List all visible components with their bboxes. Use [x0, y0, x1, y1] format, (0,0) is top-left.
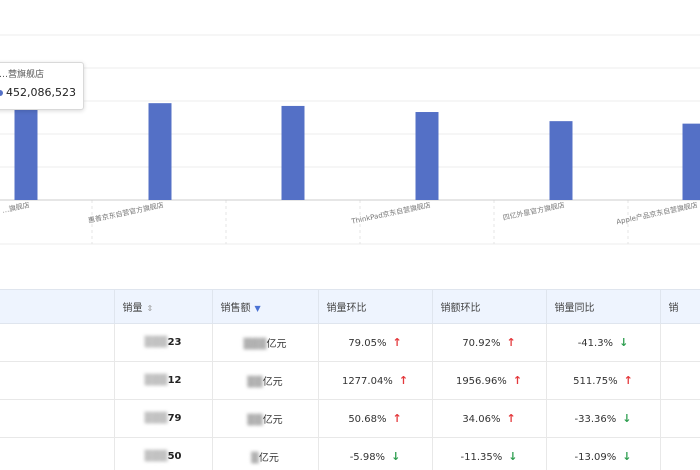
cell-amount-yoy: -3	[660, 399, 700, 438]
chart-tooltip: …营旗舰店 452,086,523	[0, 62, 84, 110]
cell-sales-volume: ▒▒▒50	[114, 437, 213, 470]
cell-sales-volume: ▒▒▒79	[114, 399, 213, 438]
cell-amount-yoy: -1	[660, 437, 700, 470]
cell-volume-mom: 50.68% ↑	[318, 399, 433, 438]
arrow-up-icon: ↑	[506, 412, 516, 425]
tooltip-value: 452,086,523	[6, 86, 76, 99]
table-row: ▒▒▒79▒▒亿元50.68%↑34.06%↑-33.36%↓-3	[0, 399, 700, 438]
cell-volume-yoy: -41.3% ↓	[546, 323, 661, 362]
cell-amount-mom: 34.06% ↑	[432, 399, 547, 438]
arrow-up-icon: ↑	[623, 374, 633, 387]
table-row: ▒▒▒50▒亿元-5.98%↓-11.35%↓-13.09%↓-1	[0, 437, 700, 470]
tooltip-store-name: …营旗舰店	[0, 70, 45, 80]
arrow-down-icon: ↓	[619, 336, 629, 349]
cell-amount-mom: 70.92% ↑	[432, 323, 547, 362]
col-header-volume-yoy: 销量同比	[546, 289, 661, 324]
bar-chart: …旗舰店 惠普京东自营官方旗舰店 ThinkPad京东自营旗舰店 四亿外星官方旗舰店 A…	[0, 0, 700, 250]
bar[interactable]	[281, 105, 305, 200]
cell-sales-amount: ▒▒亿元	[212, 399, 319, 438]
col-header-amount-yoy: 销	[660, 289, 700, 324]
arrow-down-icon: ↓	[391, 450, 401, 463]
x-tick-label: 四亿外星官方旗舰店	[502, 200, 565, 222]
bar[interactable]	[148, 103, 172, 200]
cell-store	[0, 399, 115, 438]
arrow-up-icon: ↑	[398, 374, 409, 387]
bar[interactable]	[549, 121, 573, 200]
cell-amount-mom: 1956.96% ↑	[432, 361, 547, 400]
cell-volume-mom: 79.05% ↑	[318, 323, 433, 362]
x-tick-label: ThinkPad京东自营旗舰店	[350, 200, 432, 226]
cell-store	[0, 361, 115, 400]
cell-amount-yoy: 59	[660, 361, 700, 400]
x-tick-label: 惠普京东自营官方旗舰店	[87, 200, 164, 225]
cell-amount-yoy: -4	[660, 323, 700, 362]
arrow-up-icon: ↑	[512, 374, 523, 387]
cell-volume-yoy: 511.75% ↑	[546, 361, 661, 400]
col-header-sales-amount[interactable]: 销售额 ▼	[212, 289, 319, 324]
cell-sales-amount: ▒▒亿元	[212, 361, 319, 400]
sort-icon[interactable]: ⇕	[147, 304, 154, 313]
cell-sales-volume: ▒▒▒12	[114, 361, 213, 400]
table-row: ▒▒▒23▒▒▒亿元79.05%↑70.92%↑-41.3%↓-4	[0, 323, 700, 362]
col-header-store	[0, 289, 115, 324]
data-table: 销量 ⇕ 销售额 ▼ 销量环比 销额环比 销量同比 销 ▒▒▒23 ▒▒▒亿元 79.0…	[0, 289, 700, 470]
col-header-sales-volume[interactable]: 销量 ⇕	[114, 289, 213, 324]
table-header-row: 销量 ⇕ 销售额 ▼ 销量环比 销额环比 销量同比 销	[0, 289, 700, 324]
data-table-container: 销量 ⇕ 销售额 ▼ 销量环比 销额环比 销量同比 销 ▒▒▒23 ▒▒▒亿元 79.0…	[0, 289, 700, 470]
x-tick-label: …旗舰店	[1, 200, 30, 215]
cell-volume-mom: -5.98% ↓	[318, 437, 433, 470]
cell-sales-volume: ▒▒▒23	[114, 323, 213, 362]
tooltip-series-dot	[0, 89, 3, 96]
arrow-down-icon: ↓	[622, 412, 632, 425]
arrow-down-icon: ↓	[622, 450, 632, 463]
arrow-up-icon: ↑	[506, 336, 516, 349]
cell-store	[0, 437, 115, 470]
cell-sales-amount: ▒亿元	[212, 437, 319, 470]
sort-desc-icon[interactable]: ▼	[255, 304, 261, 313]
bar-chart-svg: …旗舰店 惠普京东自营官方旗舰店 ThinkPad京东自营旗舰店 四亿外星官方旗舰店 A…	[0, 34, 700, 245]
bar[interactable]	[415, 112, 439, 200]
col-header-volume-mom: 销量环比	[318, 289, 433, 324]
col-header-amount-mom: 销额环比	[432, 289, 547, 324]
cell-volume-yoy: -33.36% ↓	[546, 399, 661, 438]
table-row: ▒▒▒12▒▒亿元1277.04%↑1956.96%↑511.75%↑59	[0, 361, 700, 400]
cell-volume-mom: 1277.04% ↑	[318, 361, 433, 400]
arrow-down-icon: ↓	[508, 450, 518, 463]
cell-store	[0, 323, 115, 362]
bar[interactable]	[682, 123, 700, 200]
arrow-up-icon: ↑	[392, 412, 402, 425]
cell-volume-yoy: -13.09% ↓	[546, 437, 661, 470]
cell-sales-amount: ▒▒▒亿元	[212, 323, 319, 362]
arrow-up-icon: ↑	[392, 336, 402, 349]
cell-amount-mom: -11.35% ↓	[432, 437, 547, 470]
